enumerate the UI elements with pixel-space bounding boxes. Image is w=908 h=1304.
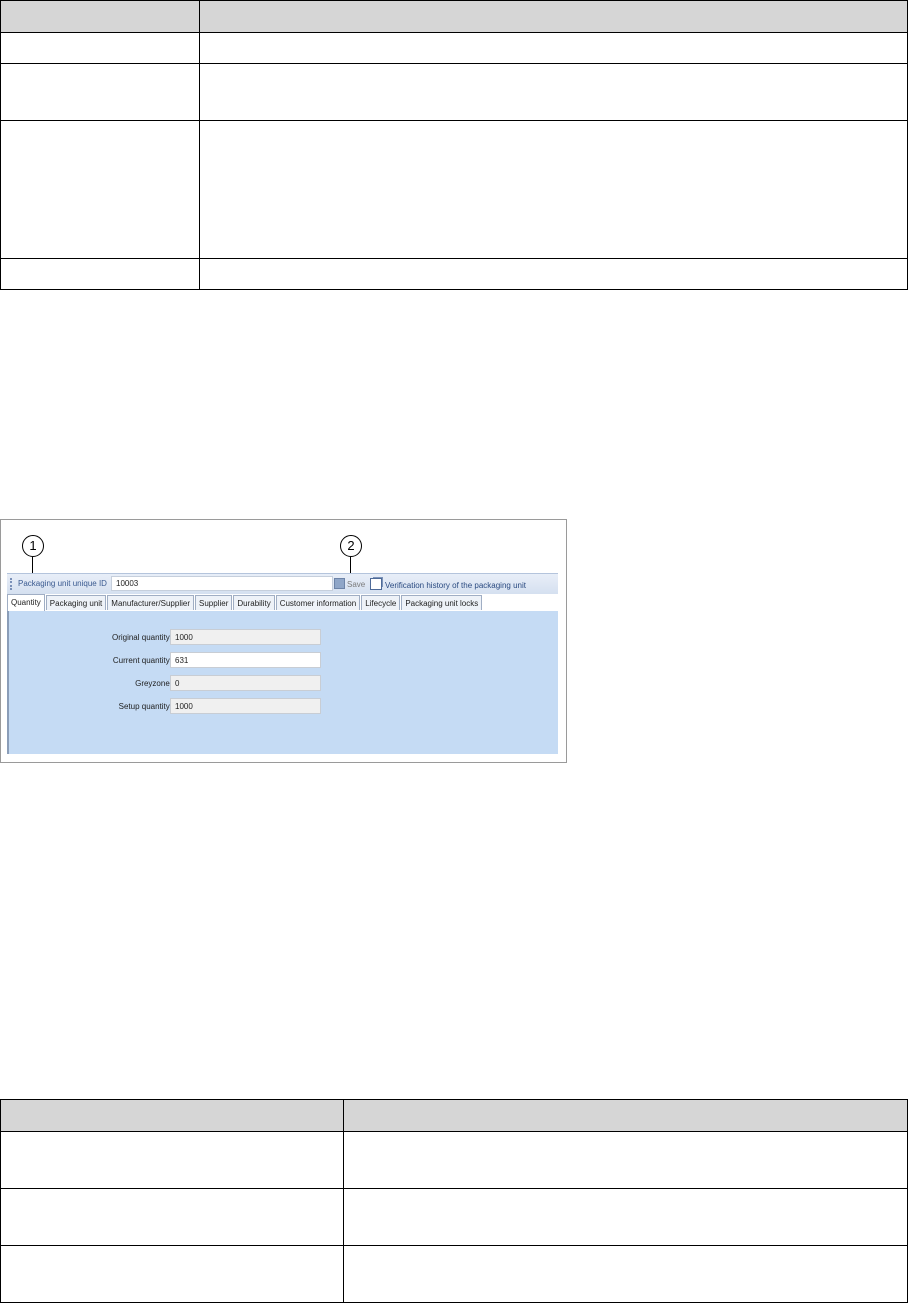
table-row — [0, 63, 908, 121]
greyzone-label: Greyzone: — [135, 679, 172, 688]
original-quantity-label: Original quantity: — [111, 633, 172, 642]
verification-history-button[interactable]: Verification history of the packaging un… — [370, 578, 526, 590]
table-row — [0, 1188, 908, 1246]
table-cell — [199, 32, 908, 64]
table-cell — [199, 258, 908, 290]
top-table-header-col2 — [199, 0, 908, 33]
toolbar: Packaging unit unique ID 10003 Save Veri… — [7, 573, 558, 594]
tab-quantity[interactable]: Quantity — [7, 594, 45, 611]
toolbar-grip-icon[interactable] — [10, 578, 14, 590]
verification-history-label: Verification history of the packaging un… — [385, 581, 526, 590]
setup-quantity-field: 1000 — [170, 698, 321, 714]
table-cell — [0, 32, 200, 64]
save-icon — [334, 578, 345, 589]
history-icon — [370, 578, 382, 590]
tab-supplier[interactable]: Supplier — [195, 595, 233, 610]
bottom-table-header-col1 — [0, 1099, 344, 1132]
tab-packaging-unit[interactable]: Packaging unit — [45, 595, 107, 610]
current-quantity-label: Current quantity: — [112, 656, 172, 665]
greyzone-field: 0 — [170, 675, 321, 691]
callout-1: 1 — [22, 535, 44, 557]
tab-customer-information[interactable]: Customer information — [275, 595, 361, 610]
table-row — [0, 258, 908, 290]
tab-packaging-unit-locks[interactable]: Packaging unit locks — [401, 595, 483, 610]
tab-durability[interactable]: Durability — [233, 595, 275, 610]
save-button[interactable]: Save — [334, 578, 365, 589]
table-cell — [0, 120, 200, 259]
id-label: Packaging unit unique ID — [18, 579, 107, 588]
bottom-table-header-col2 — [343, 1099, 908, 1132]
top-table-header-col1 — [0, 0, 200, 33]
field-row-setup-quantity: Setup quantity: 1000 — [9, 698, 329, 714]
table-cell — [199, 63, 908, 121]
top-table — [0, 0, 908, 290]
table-cell — [0, 63, 200, 121]
table-row — [0, 1245, 908, 1303]
table-row — [0, 120, 908, 259]
table-cell — [0, 1131, 344, 1189]
table-cell — [0, 1245, 344, 1303]
quantity-panel: Original quantity: 1000 Current quantity… — [7, 611, 558, 754]
field-row-original-quantity: Original quantity: 1000 — [9, 629, 329, 645]
field-row-current-quantity: Current quantity: 631 — [9, 652, 329, 668]
setup-quantity-label: Setup quantity: — [118, 702, 172, 711]
tab-lifecycle[interactable]: Lifecycle — [361, 595, 401, 610]
screenshot-figure: 1 2 3 Packaging unit unique ID 10003 Sav… — [0, 519, 567, 763]
id-input[interactable]: 10003 — [111, 576, 333, 591]
table-cell — [0, 258, 200, 290]
tab-strip: Quantity Packaging unit Manufacturer/Sup… — [7, 594, 483, 611]
table-row — [0, 32, 908, 64]
current-quantity-field[interactable]: 631 — [170, 652, 321, 668]
callout-2: 2 — [340, 535, 362, 557]
field-row-greyzone: Greyzone: 0 — [9, 675, 329, 691]
original-quantity-field: 1000 — [170, 629, 321, 645]
table-cell — [343, 1245, 908, 1303]
table-row — [0, 1131, 908, 1189]
bottom-table — [0, 1099, 908, 1303]
save-label: Save — [347, 580, 366, 589]
tab-manufacturer-supplier[interactable]: Manufacturer/Supplier — [107, 595, 194, 610]
packaging-unit-window: Packaging unit unique ID 10003 Save Veri… — [7, 560, 558, 754]
table-cell — [343, 1131, 908, 1189]
table-cell — [199, 120, 908, 259]
table-cell — [0, 1188, 344, 1246]
table-cell — [343, 1188, 908, 1246]
